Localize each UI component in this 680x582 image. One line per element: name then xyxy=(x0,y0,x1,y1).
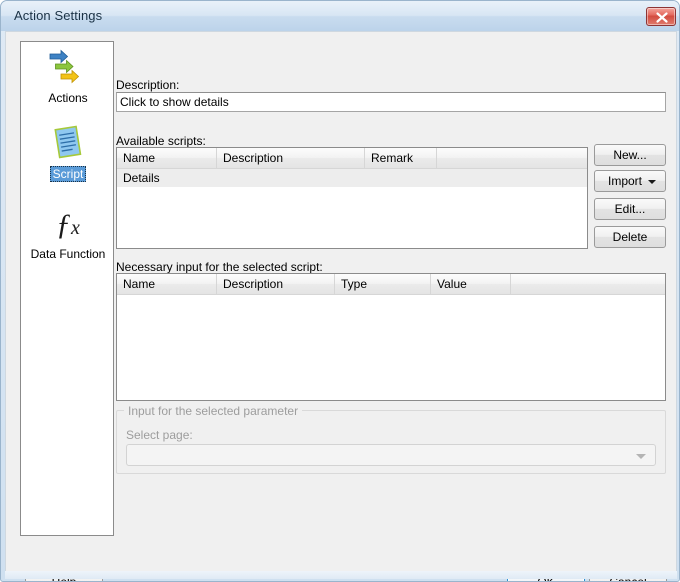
necessary-input-label: Necessary input for the selected script: xyxy=(116,260,323,274)
chevron-down-icon xyxy=(636,454,646,459)
title-bar[interactable]: Action Settings xyxy=(1,1,679,31)
column-header-name[interactable]: Name xyxy=(117,148,217,168)
column-header-description[interactable]: Description xyxy=(217,148,365,168)
close-button[interactable] xyxy=(646,7,676,26)
cell-name: Details xyxy=(123,171,160,185)
available-scripts-header: Name Description Remark xyxy=(117,148,587,169)
dialog-client-area: Actions Script ƒx Data Function Descript… xyxy=(5,31,677,581)
column-header-filler[interactable] xyxy=(511,274,665,294)
arrows-icon xyxy=(21,48,115,90)
column-header-value[interactable]: Value xyxy=(431,274,511,294)
chevron-down-icon xyxy=(648,180,656,184)
close-icon xyxy=(656,12,668,23)
sidebar-item-label-script: Script xyxy=(49,166,87,182)
necessary-input-grid[interactable]: Name Description Type Value xyxy=(116,273,666,401)
description-label: Description: xyxy=(116,78,180,92)
fx-function-icon: ƒx xyxy=(56,208,80,241)
column-header-filler[interactable] xyxy=(437,148,587,168)
column-header-type[interactable]: Type xyxy=(335,274,431,294)
column-header-remark[interactable]: Remark xyxy=(365,148,437,168)
select-page-dropdown[interactable] xyxy=(126,444,656,466)
new-button[interactable]: New... xyxy=(594,144,666,166)
edit-button[interactable]: Edit... xyxy=(594,198,666,220)
sidebar-item-actions[interactable]: Actions xyxy=(21,48,115,106)
status-strip xyxy=(5,571,677,579)
column-header-name[interactable]: Name xyxy=(117,274,217,294)
sidebar-item-data-function[interactable]: ƒx Data Function xyxy=(21,204,115,262)
available-scripts-grid[interactable]: Name Description Remark Details xyxy=(116,147,588,249)
cell-description xyxy=(217,169,365,187)
delete-button[interactable]: Delete xyxy=(594,226,666,248)
import-button-label: Import xyxy=(607,174,642,188)
sidebar-item-script[interactable]: Script xyxy=(21,124,115,182)
new-button-label: New... xyxy=(613,148,647,162)
script-document-icon xyxy=(21,124,115,166)
parameter-input-groupbox-title: Input for the selected parameter xyxy=(124,404,303,418)
window-title: Action Settings xyxy=(14,8,103,23)
cell-remark xyxy=(365,169,437,187)
edit-button-label: Edit... xyxy=(614,202,646,216)
sidebar-item-label-actions: Actions xyxy=(48,91,88,105)
necessary-input-header: Name Description Type Value xyxy=(117,274,665,295)
delete-button-label: Delete xyxy=(612,230,648,244)
dialog-window: Action Settings Actions Script ƒx Data F… xyxy=(0,0,680,582)
description-input[interactable] xyxy=(116,92,666,112)
table-row[interactable]: Details xyxy=(117,169,587,187)
category-nav-panel: Actions Script ƒx Data Function xyxy=(20,41,114,536)
import-button[interactable]: Import xyxy=(594,170,666,192)
select-page-label: Select page: xyxy=(126,428,193,442)
available-scripts-label: Available scripts: xyxy=(116,134,206,148)
column-header-description[interactable]: Description xyxy=(217,274,335,294)
